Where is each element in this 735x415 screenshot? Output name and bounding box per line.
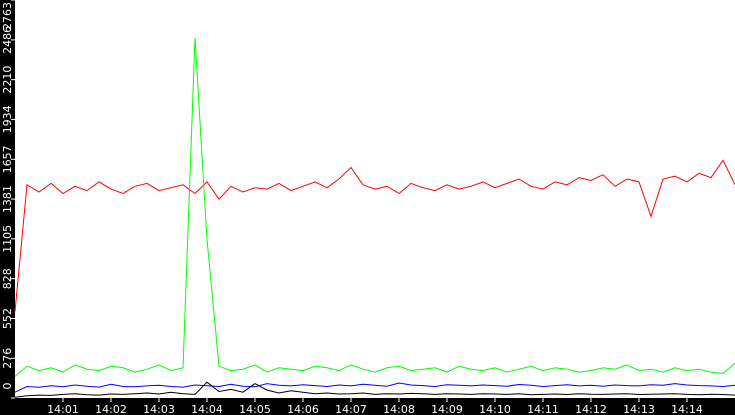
x-tick-label: 14:12 xyxy=(575,403,607,415)
x-tick-label: 14:11 xyxy=(527,403,559,415)
x-tick-label: 14:08 xyxy=(383,403,415,415)
x-tick-label: 14:01 xyxy=(47,403,79,415)
x-tick-label: 14:05 xyxy=(239,403,271,415)
x-tick-label: 14:14 xyxy=(671,403,703,415)
line-chart: 02765528281105138116571934221024862763 1… xyxy=(0,0,735,415)
y-tick-label: 1105 xyxy=(1,225,14,253)
x-tick-label: 14:03 xyxy=(143,403,175,415)
y-tick-label: 2763 xyxy=(1,2,14,30)
y-tick-label: 0 xyxy=(1,383,14,390)
x-tick-label: 14:13 xyxy=(623,403,655,415)
y-tick-label: 552 xyxy=(1,308,14,329)
y-tick-label: 1657 xyxy=(1,145,14,173)
x-tick-label: 14:04 xyxy=(191,403,223,415)
x-tick-label: 14:06 xyxy=(287,403,319,415)
x-tick-label: 14:07 xyxy=(335,403,367,415)
plot-area xyxy=(15,0,735,398)
y-tick-label: 1934 xyxy=(1,105,14,133)
x-tick-label: 14:10 xyxy=(479,403,511,415)
x-tick-label: 14:02 xyxy=(95,403,127,415)
y-tick-label: 828 xyxy=(1,268,14,289)
y-tick-label: 276 xyxy=(1,348,14,369)
x-tick-label: 14:09 xyxy=(431,403,463,415)
y-tick-label: 1381 xyxy=(1,185,14,213)
y-tick-label: 2210 xyxy=(1,66,14,94)
